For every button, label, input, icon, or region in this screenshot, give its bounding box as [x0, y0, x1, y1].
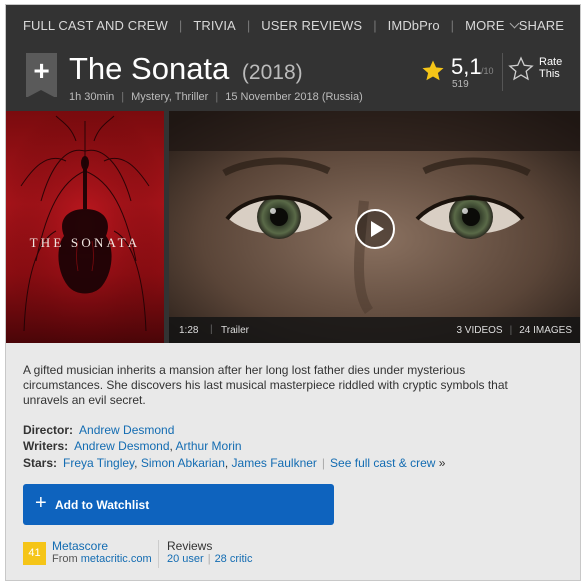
divider [158, 540, 159, 568]
nav-more-menu[interactable]: MORE [465, 17, 520, 33]
critic-reviews-link[interactable]: 28 critic [215, 553, 253, 565]
play-icon[interactable] [354, 208, 396, 250]
page-title: The Sonata (2018) [69, 51, 303, 87]
title-meta: 1h 30min | Mystery, Thriller | 15 November 2… [69, 91, 363, 103]
rate-this-button[interactable]: Rate This [508, 53, 578, 91]
title-details-panel: A gifted musician inherits a mansion aft… [6, 343, 580, 580]
metascore-from-label: From [52, 553, 78, 565]
stars-row: Stars: Freya Tingley, Simon Abkarian, Jam… [23, 456, 446, 470]
stars-label: Stars: [23, 456, 58, 470]
star-link[interactable]: Simon Abkarian [141, 456, 225, 470]
videos-link[interactable]: 3 VIDEOS [456, 325, 502, 336]
plus-icon: + [35, 492, 47, 514]
writer-link[interactable]: Andrew Desmond [74, 439, 169, 453]
star-link[interactable]: James Faulkner [232, 456, 317, 470]
director-row: Director: Andrew Desmond [23, 423, 174, 437]
rate-label: Rate This [539, 56, 562, 80]
violin-branches-illustration [6, 111, 164, 343]
video-duration: 1:28 [179, 325, 199, 336]
movie-year: (2018) [241, 61, 303, 84]
images-link[interactable]: 24 IMAGES [519, 325, 572, 336]
release-date[interactable]: 15 November 2018 (Russia) [225, 91, 363, 103]
chevron-down-icon [509, 18, 520, 28]
media-links: 3 VIDEOS | 24 IMAGES [456, 325, 572, 336]
nav-separator: | [450, 17, 455, 33]
nav-trivia[interactable]: TRIVIA [193, 18, 236, 33]
writers-label: Writers: [23, 439, 69, 453]
nav-separator: | [373, 17, 377, 33]
nav-full-cast[interactable]: FULL CAST AND CREW [23, 18, 168, 33]
director-label: Director: [23, 423, 74, 437]
add-to-watchlist-button[interactable]: + Add to Watchlist [23, 484, 334, 525]
genres[interactable]: Mystery, Thriller [131, 91, 208, 103]
poster-title: THE SONATA [29, 235, 141, 250]
nav-separator: | [178, 17, 183, 33]
rating-out-of: /10 [481, 66, 494, 76]
rating-count[interactable]: 519 [452, 79, 469, 90]
title-page-frame: FULL CAST AND CREW | TRIVIA | USER REVIE… [5, 4, 581, 581]
trailer-video-thumbnail[interactable]: 1:28 | Trailer 3 VIDEOS | 24 IMAGES [169, 111, 580, 343]
add-to-watchlist-label: Add to Watchlist [55, 498, 150, 512]
rating-value: 5,1 [451, 54, 482, 79]
video-label: Trailer [221, 325, 249, 336]
rate-label-line2: This [539, 68, 560, 80]
double-chevron-icon: » [438, 456, 446, 470]
top-nav: FULL CAST AND CREW | TRIVIA | USER REVIE… [6, 5, 580, 45]
nav-imdbpro[interactable]: IMDbPro [388, 18, 440, 33]
rating-summary: 5,1 /10 519 [421, 54, 501, 95]
watchlist-ribbon-button[interactable]: + [26, 53, 57, 98]
reviews-heading: Reviews [167, 539, 213, 553]
metascore-badge: 41 [23, 542, 46, 565]
plot-summary: A gifted musician inherits a mansion aft… [23, 363, 508, 407]
nav-more-label: MORE [465, 17, 505, 33]
plus-icon: + [33, 55, 50, 86]
rate-label-line1: Rate [539, 56, 563, 68]
title-header: + The Sonata (2018) 1h 30min | Mystery, Th… [6, 45, 580, 111]
movie-title: The Sonata [69, 51, 230, 86]
star-outline-icon [508, 56, 534, 81]
star-icon [422, 60, 444, 81]
director-link[interactable]: Andrew Desmond [79, 423, 174, 437]
metascore-link[interactable]: Metascore [52, 539, 108, 553]
star-link[interactable]: Freya Tingley [63, 456, 134, 470]
video-info-bar: 1:28 | Trailer 3 VIDEOS | 24 IMAGES [169, 317, 580, 343]
nav-separator: | [246, 17, 251, 33]
nav-user-reviews[interactable]: USER REVIEWS [261, 18, 362, 33]
share-button[interactable]: SHARE [519, 18, 564, 33]
see-full-cast-link[interactable]: See full cast & crew [330, 456, 435, 470]
metacritic-link[interactable]: metacritic.com [81, 553, 152, 565]
writers-row: Writers: Andrew Desmond, Arthur Morin [23, 439, 242, 453]
runtime: 1h 30min [69, 91, 115, 103]
movie-poster[interactable]: THE SONATA [6, 111, 164, 343]
metascore-source: From metacritic.com [52, 553, 152, 565]
user-reviews-link[interactable]: 20 user [167, 553, 204, 565]
reviews-links: 20 user | 28 critic [167, 553, 253, 565]
divider [502, 53, 503, 91]
writer-link[interactable]: Arthur Morin [176, 439, 242, 453]
